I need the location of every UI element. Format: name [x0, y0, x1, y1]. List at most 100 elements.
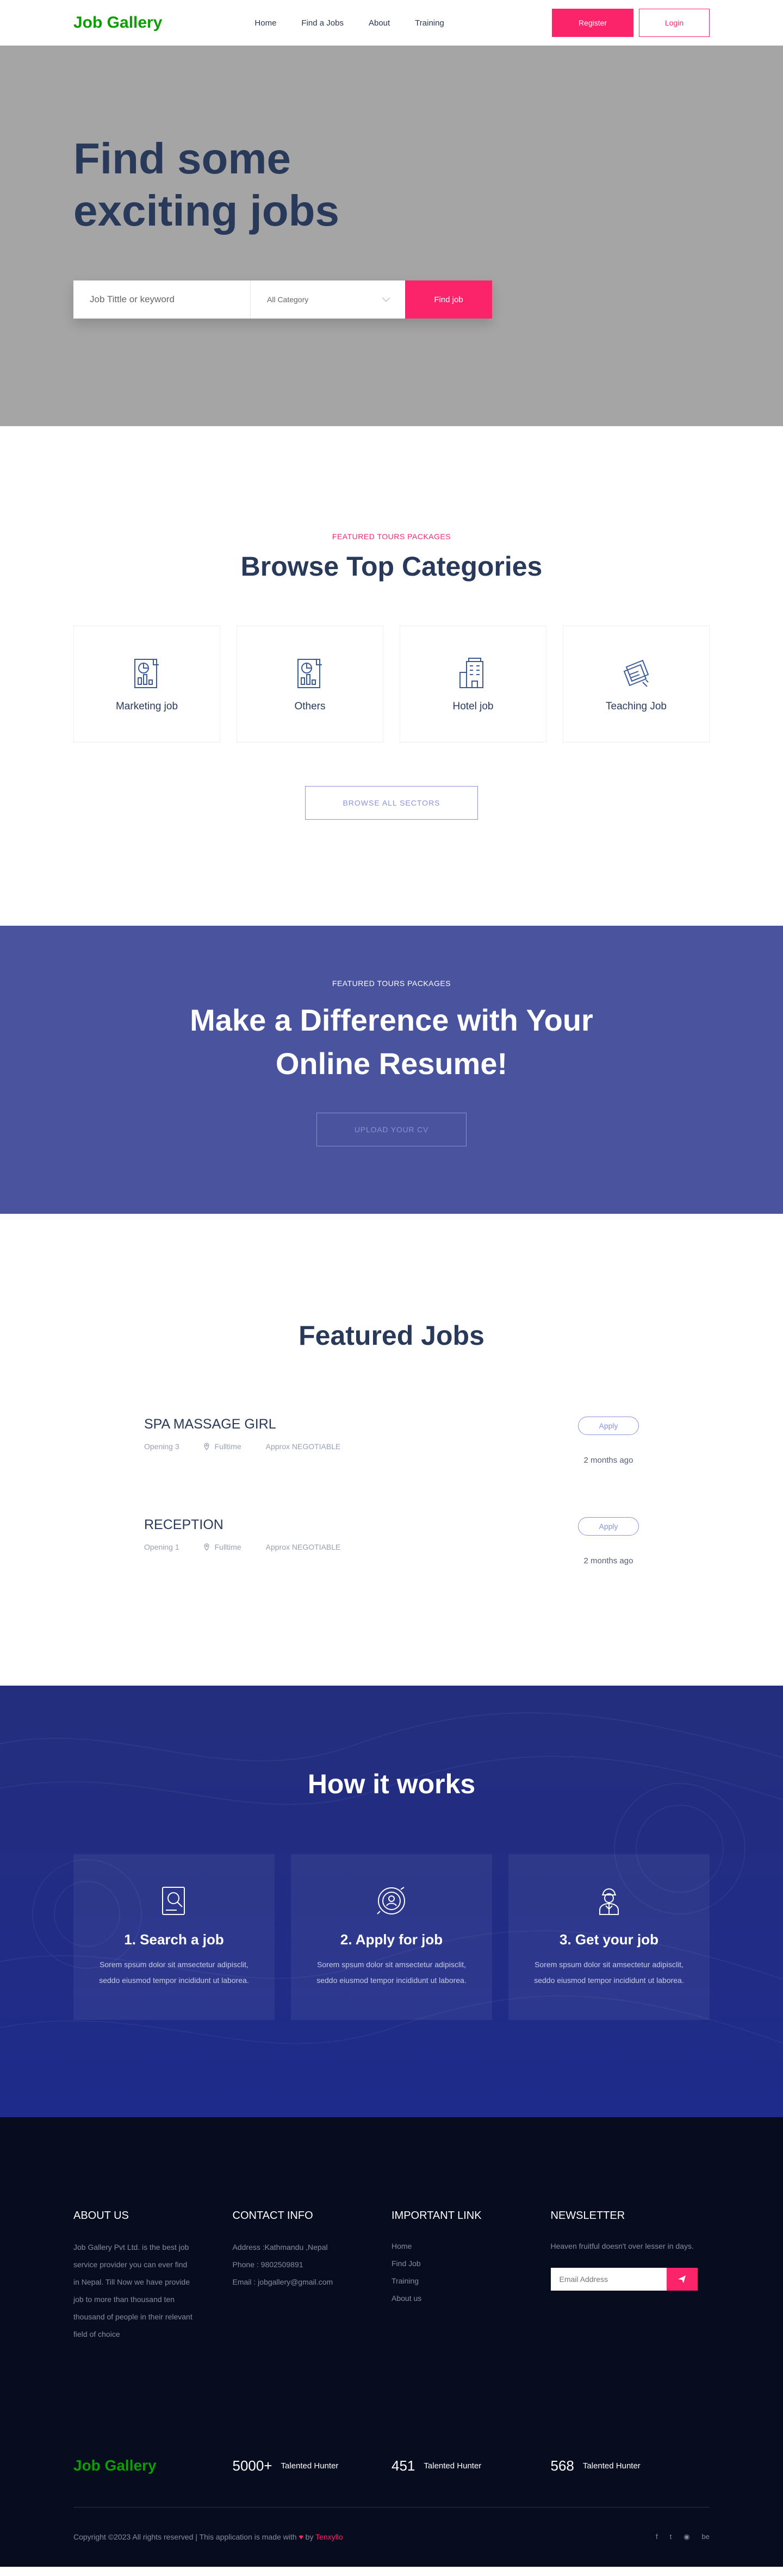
job-type: Fulltime: [203, 1543, 241, 1551]
featured-jobs-section: Featured Jobs SPA MASSAGE GIRL Opening 3…: [0, 1214, 783, 1686]
main-nav: Home Find a Jobs About Training: [254, 18, 444, 28]
footer-bottom: Copyright ©2023 All rights reserved | Th…: [73, 2507, 710, 2541]
twitter-icon[interactable]: t: [670, 2533, 672, 2541]
globe-icon[interactable]: ◉: [683, 2533, 689, 2541]
hero-title: Find some exciting jobs: [73, 133, 454, 237]
location-pin-icon: [203, 1443, 209, 1450]
facebook-icon[interactable]: f: [656, 2533, 658, 2541]
stat-number: 568: [550, 2457, 574, 2474]
categories-section: FEATURED TOURS PACKAGES Browse Top Categ…: [0, 426, 783, 926]
category-label: Marketing job: [115, 700, 178, 712]
footer-link-find-job[interactable]: Find Job: [391, 2255, 551, 2272]
footer-link-about[interactable]: About us: [391, 2290, 551, 2307]
apply-button[interactable]: Apply: [578, 1517, 639, 1536]
hero-title-line1: Find some: [73, 134, 291, 183]
stat-label: Talented Hunter: [582, 2461, 641, 2471]
categories-title: Browse Top Categories: [240, 551, 543, 582]
footer-contact: CONTACT INFO Address :Kathmandu ,Nepal P…: [233, 2210, 392, 2343]
stat-item: 568 Talented Hunter: [551, 2458, 710, 2474]
nav-training[interactable]: Training: [415, 18, 444, 28]
brand-link[interactable]: Tenxyllo: [315, 2533, 343, 2541]
find-job-button[interactable]: Find job: [405, 280, 492, 319]
job-salary: Approx NEGOTIABLE: [265, 1442, 341, 1451]
stat-item: 451 Talented Hunter: [391, 2458, 551, 2474]
category-label: Others: [294, 700, 326, 712]
step-card: 1. Search a job Sorem spsum dolor sit am…: [73, 1854, 275, 2020]
social-links: f t ◉ be: [656, 2533, 710, 2541]
job-item: SPA MASSAGE GIRL Opening 3 Fulltime Appr…: [144, 1417, 639, 1517]
newsletter-submit-button[interactable]: [666, 2268, 698, 2291]
nav-about[interactable]: About: [369, 18, 390, 28]
job-posted-time: 2 months ago: [583, 1556, 633, 1565]
footer-link-home[interactable]: Home: [391, 2237, 551, 2255]
browse-all-sectors-button[interactable]: BROWSE ALL SECTORS: [305, 786, 478, 820]
footer-link-training[interactable]: Training: [391, 2272, 551, 2290]
contact-phone: Phone : 9802509891: [232, 2260, 303, 2269]
job-opening: Opening 1: [144, 1543, 179, 1551]
behance-icon[interactable]: be: [702, 2533, 710, 2541]
contact-list: Address :Kathmandu ,Nepal Phone : 980250…: [233, 2238, 392, 2291]
step-text: Sorem spsum dolor sit amsectetur adipisc…: [534, 1960, 684, 1985]
report-icon: [297, 658, 322, 688]
register-button[interactable]: Register: [552, 9, 633, 37]
job-type-label: Fulltime: [214, 1442, 241, 1451]
hotel-icon: [459, 657, 483, 688]
location-pin-icon: [203, 1543, 209, 1551]
report-icon: [134, 658, 159, 688]
footer-about: ABOUT US Job Gallery Pvt Ltd. is the bes…: [73, 2210, 233, 2343]
nav-find-jobs[interactable]: Find a Jobs: [301, 18, 344, 28]
footer-stats: Job Gallery 5000+ Talented Hunter 451 Ta…: [73, 2457, 710, 2474]
stat-number: 451: [391, 2457, 415, 2474]
job-type-label: Fulltime: [214, 1543, 241, 1551]
cta-eyebrow: FEATURED TOURS PACKAGES: [332, 979, 451, 988]
newsletter-email-input[interactable]: [550, 2268, 667, 2291]
category-card-others[interactable]: Others: [237, 626, 383, 743]
cta-title-line1: Make a Difference with Your: [190, 1003, 593, 1037]
job-opening: Opening 3: [144, 1442, 179, 1451]
footer-newsletter: NEWSLETTER Heaven fruitful doesn't over …: [550, 2210, 710, 2343]
apply-icon: [377, 1887, 405, 1914]
job-search-form: All Category Find job: [73, 280, 492, 319]
category-card-hotel[interactable]: Hotel job: [400, 626, 546, 743]
copyright: Copyright ©2023 All rights reserved | Th…: [73, 2533, 343, 2541]
job-type: Fulltime: [203, 1442, 241, 1451]
login-button[interactable]: Login: [639, 9, 710, 37]
step-title: 1. Search a job: [124, 1931, 224, 1948]
job-title[interactable]: SPA MASSAGE GIRL: [144, 1417, 340, 1432]
job-list: SPA MASSAGE GIRL Opening 3 Fulltime Appr…: [144, 1417, 639, 1618]
job-search-input[interactable]: [73, 280, 250, 319]
site-footer: ABOUT US Job Gallery Pvt Ltd. is the bes…: [0, 2117, 783, 2567]
job-item: RECEPTION Opening 1 Fulltime Approx NEGO…: [144, 1517, 639, 1618]
footer-about-text: Job Gallery Pvt Ltd. is the best job ser…: [73, 2243, 192, 2338]
header-actions: Register Login: [552, 9, 710, 37]
footer-links-title: IMPORTANT LINK: [391, 2210, 482, 2222]
category-label: Teaching Job: [606, 700, 667, 712]
job-posted-time: 2 months ago: [583, 1456, 633, 1465]
job-salary: Approx NEGOTIABLE: [265, 1543, 341, 1551]
category-card-teaching[interactable]: Teaching Job: [563, 626, 710, 743]
step-text: Sorem spsum dolor sit amsectetur adipisc…: [316, 1960, 467, 1985]
cta-title-line2: Online Resume!: [275, 1046, 508, 1081]
category-card-marketing[interactable]: Marketing job: [73, 626, 220, 743]
step-card: 2. Apply for job Sorem spsum dolor sit a…: [291, 1854, 492, 2020]
footer-columns: ABOUT US Job Gallery Pvt Ltd. is the bes…: [73, 2210, 710, 2343]
step-text: Sorem spsum dolor sit amsectetur adipisc…: [99, 1960, 249, 1985]
newsletter-form: [550, 2268, 698, 2291]
contact-email[interactable]: Email : jobgallery@gmail.com: [233, 2273, 392, 2291]
nav-home[interactable]: Home: [254, 18, 276, 28]
stat-label: Talented Hunter: [281, 2461, 339, 2471]
upload-cv-button[interactable]: UPLOAD YOUR CV: [316, 1113, 467, 1146]
apply-button[interactable]: Apply: [578, 1417, 639, 1435]
job-meta: Opening 1 Fulltime Approx NEGOTIABLE: [144, 1543, 340, 1551]
cta-title: Make a Difference with Your Online Resum…: [0, 999, 783, 1086]
worker-icon: [599, 1888, 619, 1915]
step-title: 2. Apply for job: [340, 1931, 443, 1948]
footer-logo[interactable]: Job Gallery: [73, 2457, 233, 2474]
newsletter-title: NEWSLETTER: [550, 2210, 625, 2222]
category-select[interactable]: All Category: [250, 280, 405, 319]
logo[interactable]: Job Gallery: [73, 14, 162, 32]
hero-section: Find some exciting jobs All Category Fin…: [0, 46, 783, 426]
category-select-value: All Category: [267, 295, 309, 304]
stat-label: Talented Hunter: [424, 2461, 482, 2471]
job-title[interactable]: RECEPTION: [144, 1517, 340, 1533]
